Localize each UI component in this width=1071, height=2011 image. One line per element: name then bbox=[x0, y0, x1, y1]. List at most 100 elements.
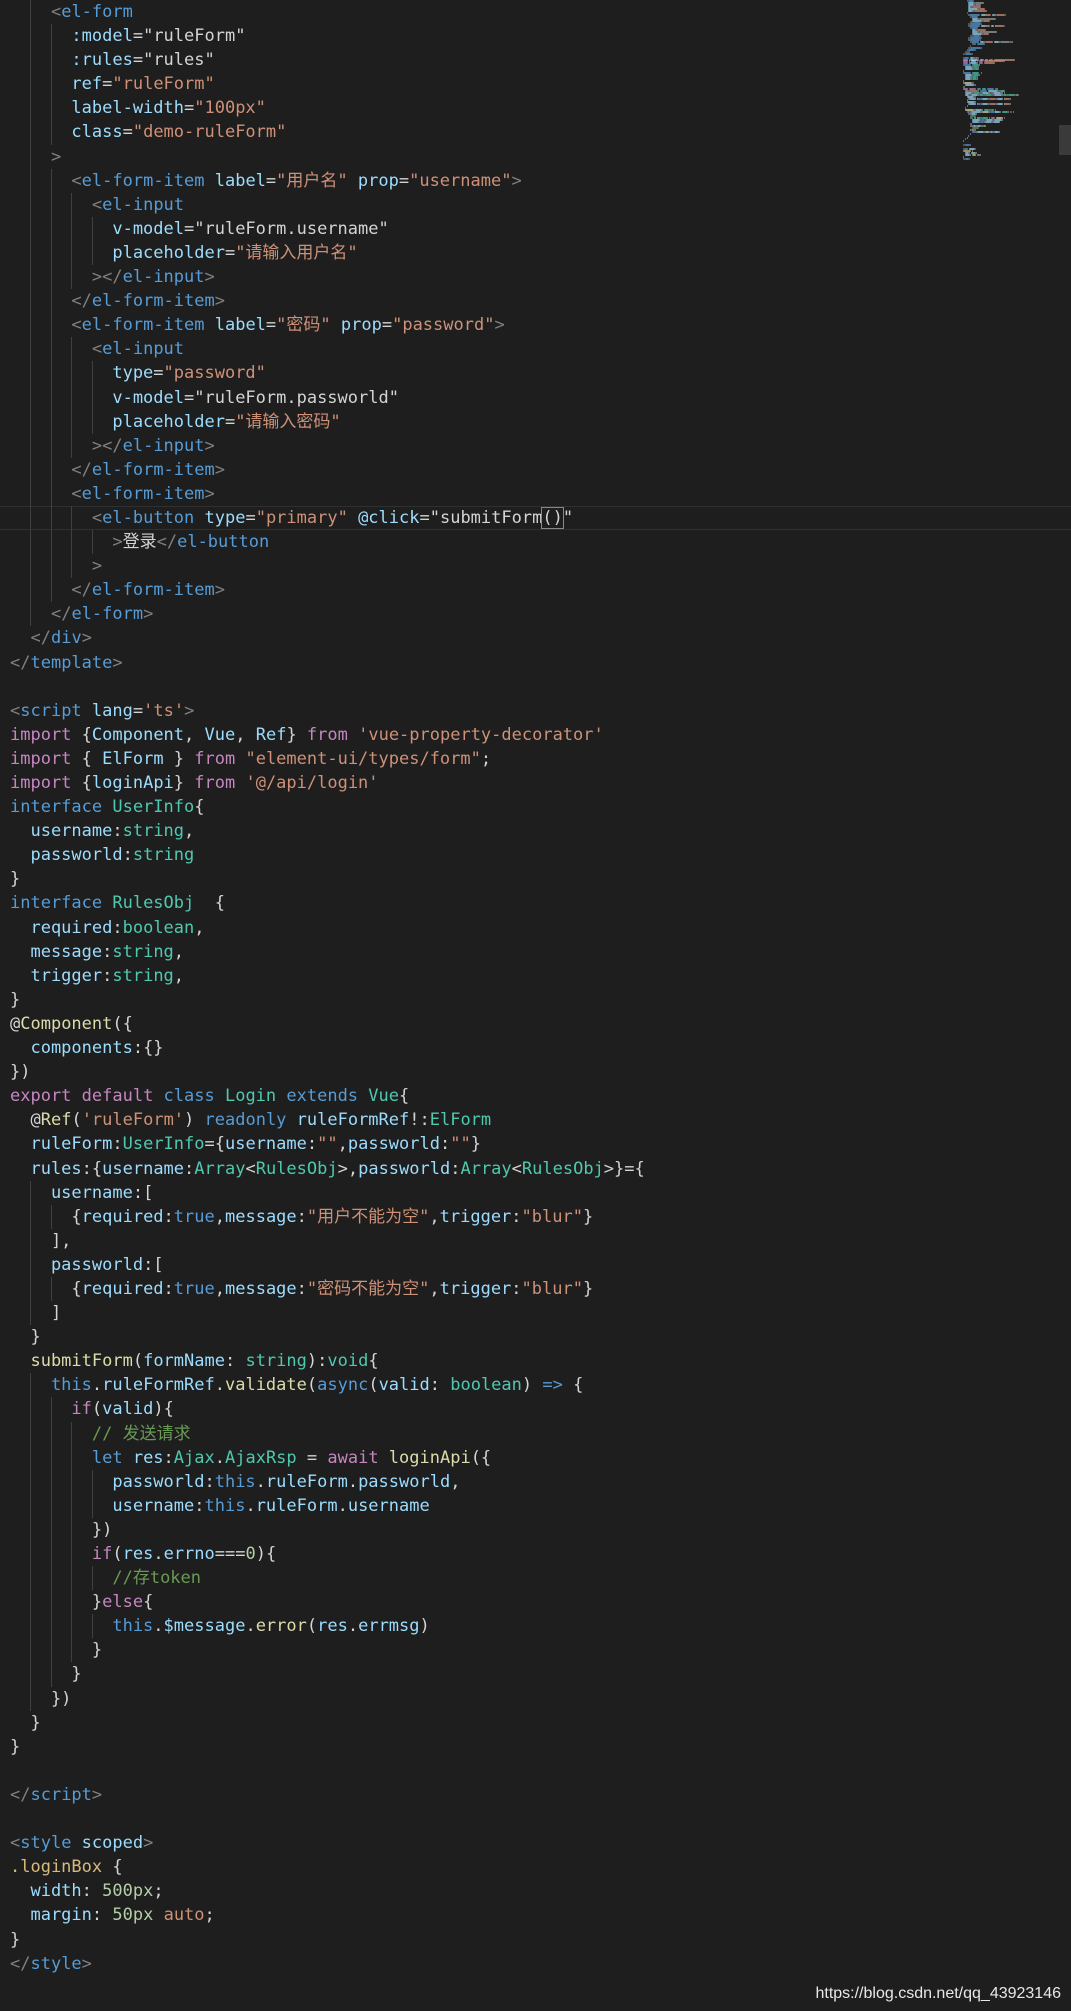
code-line[interactable]: v-model="ruleForm.passworld" bbox=[0, 385, 1071, 410]
code-line[interactable]: <el-form bbox=[0, 0, 1071, 25]
code-line[interactable]: rules:{username:Array<RulesObj>,passworl… bbox=[0, 1157, 1071, 1181]
code-line[interactable]: </div> bbox=[0, 626, 1071, 650]
code-line[interactable]: username:this.ruleForm.username bbox=[0, 1493, 1071, 1518]
code-line[interactable]: // 发送请求 bbox=[0, 1421, 1071, 1446]
indent-guide bbox=[30, 24, 32, 49]
code-line[interactable] bbox=[0, 675, 1071, 699]
code-line[interactable]: this.ruleFormRef.validate(async(valid: b… bbox=[0, 1373, 1071, 1398]
code-line[interactable]: <el-input bbox=[0, 337, 1071, 362]
code-token: default bbox=[81, 1086, 164, 1107]
code-line[interactable]: submitForm(formName: string):void{ bbox=[0, 1349, 1071, 1373]
code-line[interactable]: import {Component, Vue, Ref} from 'vue-p… bbox=[0, 723, 1071, 747]
code-line[interactable]: export default class Login extends Vue{ bbox=[0, 1084, 1071, 1108]
code-line[interactable]: <el-form-item label="密码" prop="password"… bbox=[0, 313, 1071, 338]
code-line[interactable]: @Ref('ruleForm') readonly ruleFormRef!:E… bbox=[0, 1108, 1071, 1132]
code-line[interactable]: } bbox=[0, 1711, 1071, 1735]
code-line[interactable]: username:string, bbox=[0, 819, 1071, 843]
code-line[interactable]: } bbox=[0, 867, 1071, 891]
code-line[interactable]: } bbox=[0, 1735, 1071, 1759]
code-line[interactable]: components:{} bbox=[0, 1036, 1071, 1060]
code-token: Ref bbox=[255, 724, 287, 745]
code-line[interactable]: @Component({ bbox=[0, 1012, 1071, 1036]
code-line[interactable]: interface UserInfo{ bbox=[0, 795, 1071, 819]
code-line[interactable]: </el-form-item> bbox=[0, 289, 1071, 314]
code-line[interactable]: import {loginApi} from '@/api/login' bbox=[0, 771, 1071, 795]
code-line[interactable]: if(valid){ bbox=[0, 1397, 1071, 1422]
code-line[interactable]: > bbox=[0, 554, 1071, 579]
code-token: " bbox=[562, 507, 574, 528]
code-line[interactable]: <script lang='ts'> bbox=[0, 699, 1071, 723]
code-line[interactable]: passworld:string bbox=[0, 843, 1071, 867]
code-line[interactable]: label-width="100px" bbox=[0, 96, 1071, 121]
code-line[interactable]: placeholder="请输入用户名" bbox=[0, 240, 1071, 266]
code-token: = bbox=[245, 507, 256, 528]
code-line[interactable]: this.$message.error(res.errmsg) bbox=[0, 1614, 1071, 1639]
code-line[interactable]: } bbox=[0, 988, 1071, 1012]
code-line[interactable]: :rules="rules" bbox=[0, 48, 1071, 73]
code-editor[interactable]: <el-form :model="ruleForm" :rules="rules… bbox=[0, 0, 1071, 2011]
code-token: < bbox=[511, 1158, 522, 1179]
code-line[interactable]: passworld:[ bbox=[0, 1252, 1071, 1277]
code-line[interactable]: message:string, bbox=[0, 940, 1071, 964]
code-line[interactable]: placeholder="请输入密码" bbox=[0, 409, 1071, 434]
code-line[interactable]: <style scoped> bbox=[0, 1831, 1071, 1855]
code-line[interactable]: ref="ruleForm" bbox=[0, 72, 1071, 97]
code-line[interactable]: if(res.errno===0){ bbox=[0, 1542, 1071, 1567]
code-line[interactable]: //存token bbox=[0, 1566, 1071, 1591]
code-line[interactable]: }) bbox=[0, 1060, 1071, 1084]
code-line[interactable]: required:boolean, bbox=[0, 916, 1071, 940]
code-line[interactable]: margin: 50px auto; bbox=[0, 1903, 1071, 1927]
indent-guide bbox=[50, 1662, 52, 1687]
indent-guide bbox=[91, 1493, 93, 1518]
indent-guide bbox=[30, 192, 32, 217]
code-token: "用户名" bbox=[276, 170, 348, 191]
code-line[interactable]: </style> bbox=[0, 1952, 1071, 1976]
minimap[interactable] bbox=[963, 0, 1053, 170]
code-line[interactable]: <el-button type="primary" @click="submit… bbox=[0, 505, 1071, 531]
code-line[interactable]: ></el-input> bbox=[0, 433, 1071, 458]
code-line[interactable]: .loginBox { bbox=[0, 1855, 1071, 1879]
code-line[interactable]: interface RulesObj { bbox=[0, 891, 1071, 915]
code-line[interactable]: ] bbox=[0, 1301, 1071, 1326]
code-line[interactable]: </el-form-item> bbox=[0, 578, 1071, 603]
code-line[interactable]: }) bbox=[0, 1686, 1071, 1711]
code-line[interactable]: >登录</el-button bbox=[0, 530, 1071, 555]
code-token: Ref bbox=[40, 1110, 72, 1131]
code-token: ] bbox=[10, 1303, 62, 1324]
code-line[interactable]: } bbox=[0, 1638, 1071, 1663]
code-line[interactable] bbox=[0, 1807, 1071, 1831]
code-line[interactable]: </script> bbox=[0, 1783, 1071, 1807]
code-line[interactable]: ruleForm:UserInfo={username:"",passworld… bbox=[0, 1132, 1071, 1156]
code-line[interactable]: username:[ bbox=[0, 1180, 1071, 1205]
code-line[interactable]: </template> bbox=[0, 651, 1071, 675]
code-line[interactable]: type="password" bbox=[0, 361, 1071, 386]
code-line[interactable]: ], bbox=[0, 1228, 1071, 1253]
code-line[interactable]: </el-form-item> bbox=[0, 457, 1071, 482]
code-line[interactable]: {required:true,message:"用户不能为空",trigger:… bbox=[0, 1204, 1071, 1229]
minimap-line bbox=[981, 72, 982, 75]
code-line[interactable]: </el-form> bbox=[0, 602, 1071, 627]
code-line[interactable]: passworld:this.ruleForm.passworld, bbox=[0, 1469, 1071, 1494]
code-line[interactable]: let res:Ajax.AjaxRsp = await loginApi({ bbox=[0, 1445, 1071, 1470]
code-line[interactable]: import { ElForm } from "element-ui/types… bbox=[0, 747, 1071, 771]
code-line[interactable]: }) bbox=[0, 1517, 1071, 1542]
code-line[interactable]: }else{ bbox=[0, 1590, 1071, 1615]
code-line[interactable] bbox=[0, 1759, 1071, 1783]
code-line[interactable]: } bbox=[0, 1928, 1071, 1952]
code-line[interactable]: } bbox=[0, 1662, 1071, 1687]
code-line[interactable]: trigger:string, bbox=[0, 964, 1071, 988]
code-line[interactable]: {required:true,message:"密码不能为空",trigger:… bbox=[0, 1276, 1071, 1302]
code-token: "100px" bbox=[194, 98, 266, 119]
code-line[interactable]: :model="ruleForm" bbox=[0, 24, 1071, 49]
code-line[interactable]: <el-input bbox=[0, 192, 1071, 217]
code-line[interactable]: class="demo-ruleForm" bbox=[0, 120, 1071, 145]
scrollbar-slider[interactable] bbox=[1059, 125, 1071, 155]
code-line[interactable]: <el-form-item label="用户名" prop="username… bbox=[0, 168, 1071, 193]
code-line[interactable]: } bbox=[0, 1325, 1071, 1349]
indent-guide bbox=[50, 578, 52, 603]
code-line[interactable]: width: 500px; bbox=[0, 1879, 1071, 1903]
code-line[interactable]: ></el-input> bbox=[0, 265, 1071, 290]
code-line[interactable]: <el-form-item> bbox=[0, 481, 1071, 506]
code-line[interactable]: v-model="ruleForm.username" bbox=[0, 216, 1071, 241]
code-line[interactable]: > bbox=[0, 144, 1071, 169]
